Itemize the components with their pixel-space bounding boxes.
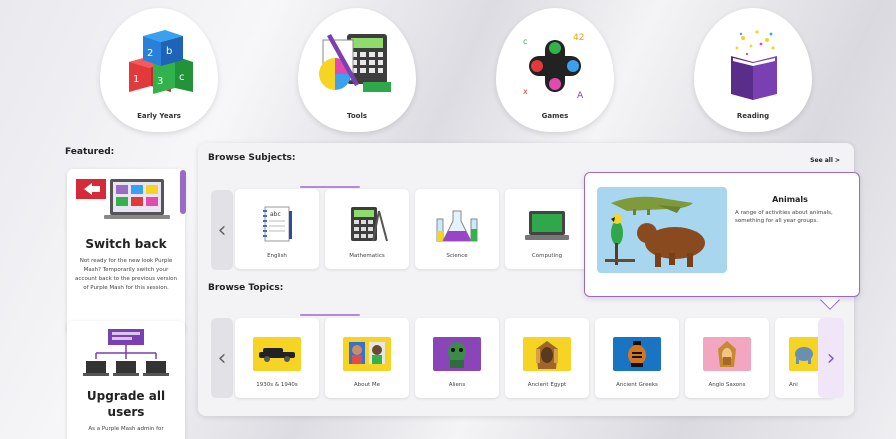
upgrade-heading-line2: users (107, 405, 145, 419)
upgrade-description: As a Purple Mash admin for (88, 426, 164, 432)
topic-label: Aliens (448, 382, 466, 388)
subject-tile-english[interactable]: abc English (235, 189, 319, 269)
tooltip-title: Animals (772, 195, 808, 204)
svg-text:abc: abc (270, 211, 281, 218)
category-games[interactable]: 42 x A c Games (496, 8, 614, 132)
category-label: Games (541, 112, 569, 120)
topics-next-button[interactable]: › (818, 318, 844, 398)
subject-label: Mathematics (349, 253, 385, 259)
svg-text:42: 42 (573, 33, 584, 43)
network-computers-icon (83, 329, 169, 376)
topic-label: Ancient Greeks (616, 382, 658, 388)
alien-icon (433, 337, 481, 371)
topic-tile-aliens[interactable]: Aliens (415, 318, 499, 398)
animals-tooltip: Animals A range of activities about anim… (584, 172, 860, 297)
alphabet-blocks-icon: 2 b 1 3 c (129, 30, 193, 94)
topics-prev-button[interactable]: ‹ (211, 318, 233, 398)
svg-text:x: x (523, 87, 528, 96)
category-reading[interactable]: Reading (694, 8, 812, 132)
elephant-icon (789, 337, 819, 371)
subject-tile-science[interactable]: Science (415, 189, 499, 269)
topic-tile-ancient-egypt[interactable]: Ancient Egypt (505, 318, 589, 398)
svg-text:c: c (523, 37, 527, 46)
svg-text:c: c (179, 72, 185, 83)
subject-label: English (267, 253, 287, 259)
tools-collage-icon (319, 34, 391, 92)
calculator-icon (351, 207, 388, 242)
category-label: Reading (736, 112, 770, 120)
topic-label: 1930s & 1940s (256, 382, 298, 388)
tooltip-description: A range of activities about animals, som… (735, 210, 833, 224)
svg-text:1: 1 (133, 74, 139, 85)
topic-label: Ancient Egypt (527, 382, 567, 388)
notebook-icon: abc (263, 206, 292, 242)
topic-tile-anglo-saxons[interactable]: Anglo Saxons (685, 318, 769, 398)
see-all-link[interactable]: See all > (810, 157, 840, 164)
greek-vase-icon (613, 337, 661, 371)
subjects-prev-button[interactable]: ‹ (211, 190, 233, 270)
upgrade-users-card[interactable]: Upgrade all users As a Purple Mash admin… (67, 321, 185, 439)
topic-tile-1930s-1940s[interactable]: 1930s & 1940s (235, 318, 319, 398)
category-label: Tools (346, 112, 368, 120)
featured-title: Featured: (65, 147, 115, 157)
svg-text:3: 3 (157, 76, 163, 87)
browse-subjects-title: Browse Subjects: (208, 153, 296, 163)
animals-illustration (597, 187, 727, 273)
magic-book-icon (731, 30, 777, 100)
topics-scroll-indicator (300, 314, 360, 316)
topic-label: Ani (789, 382, 798, 388)
upgrade-heading-line1: Upgrade all (86, 389, 166, 403)
svg-text:A: A (577, 91, 584, 101)
switch-back-card[interactable]: Switch back Not ready for the new look P… (67, 169, 185, 335)
category-tools[interactable]: Tools (298, 8, 416, 132)
switch-back-illustration (76, 179, 170, 219)
switch-back-heading: Switch back (85, 237, 167, 251)
subjects-scroll-indicator (300, 186, 360, 188)
subject-label: Science (446, 253, 468, 259)
featured-scrollbar[interactable] (180, 170, 186, 214)
laptop-icon (525, 211, 569, 240)
gamepad-icon: 42 x A c (523, 33, 584, 101)
vintage-car-icon (253, 337, 301, 371)
topic-tile-ancient-greeks[interactable]: Ancient Greeks (595, 318, 679, 398)
switch-back-description: Not ready for the new look Purple Mash? … (75, 258, 177, 291)
anglo-saxon-icon (703, 337, 751, 371)
svg-text:2: 2 (147, 48, 153, 59)
people-icon (343, 337, 391, 371)
topic-tile-about-me[interactable]: About Me (325, 318, 409, 398)
svg-text:b: b (166, 46, 172, 57)
topic-label: Anglo Saxons (708, 382, 746, 388)
category-early-years[interactable]: 2 b 1 3 c Early Years (100, 8, 218, 132)
subject-tile-mathematics[interactable]: Mathematics (325, 189, 409, 269)
browse-topics-title: Browse Topics: (208, 283, 284, 293)
category-label: Early Years (137, 112, 181, 120)
flask-icon (436, 210, 478, 242)
subject-tile-computing[interactable]: Computing (505, 189, 589, 269)
subject-label: Computing (531, 253, 563, 259)
topic-label: About Me (353, 382, 381, 388)
pharaoh-icon (523, 337, 571, 371)
featured-column: Featured: Switch back Not ready for the … (61, 143, 191, 439)
